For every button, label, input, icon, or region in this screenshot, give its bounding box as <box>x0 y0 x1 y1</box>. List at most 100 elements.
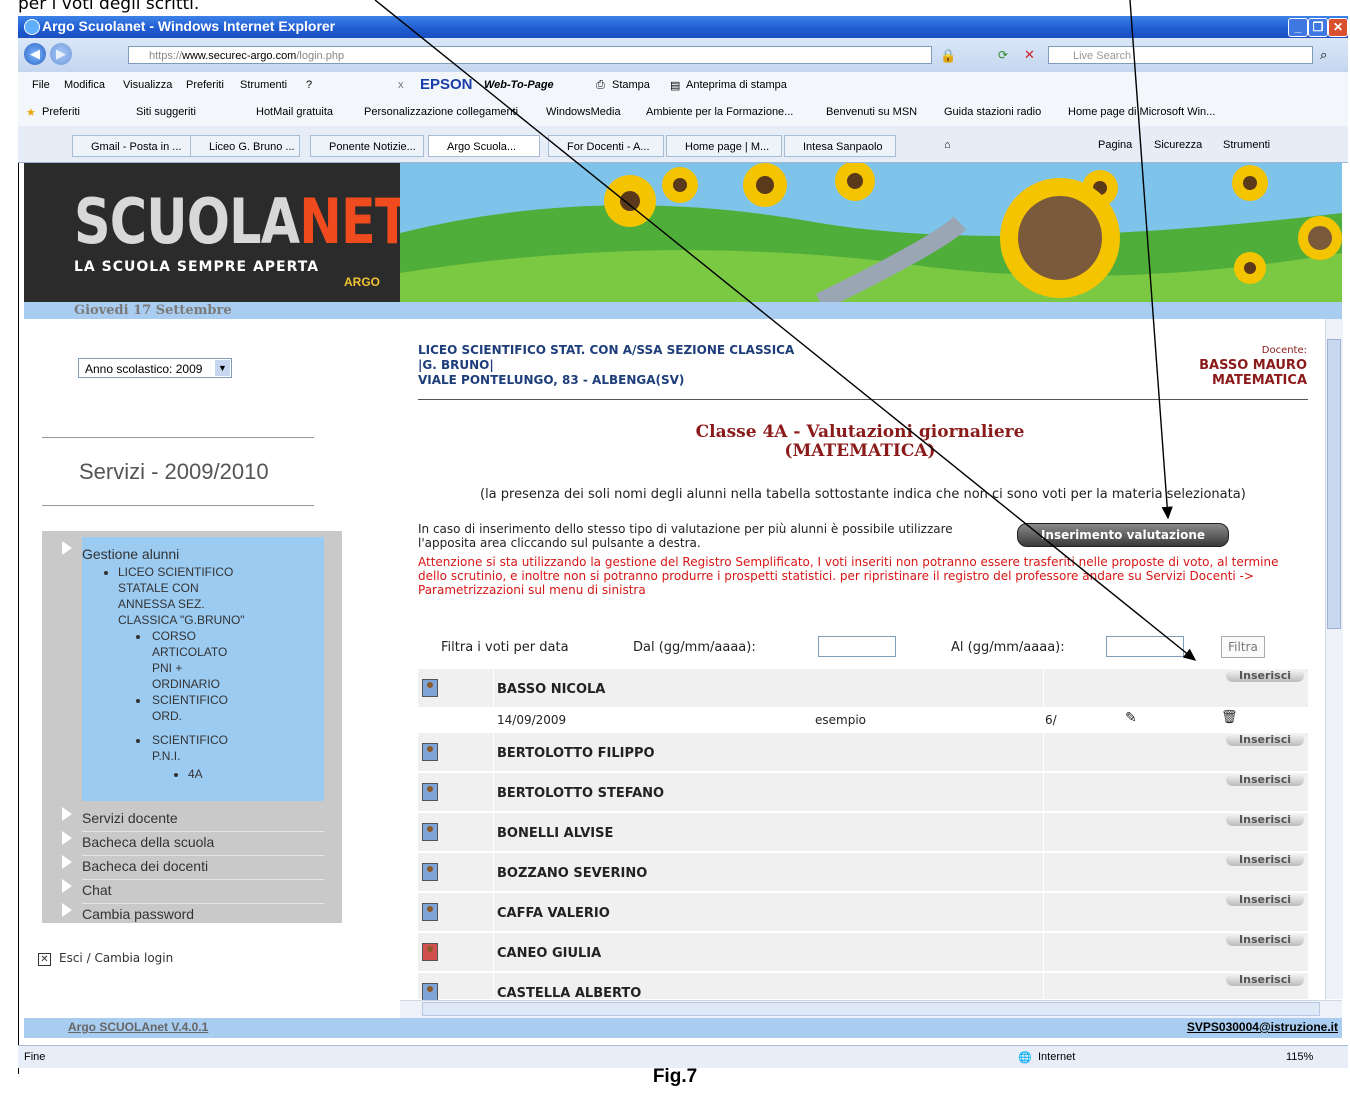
tree-corso[interactable]: CORSO ARTICOLATO PNI + ORDINARIO <box>152 628 227 692</box>
search-input[interactable]: Live Search <box>1048 46 1313 64</box>
tree-school[interactable]: LICEO SCIENTIFICO STATALE CON ANNESSA SEZ.… <box>118 564 245 628</box>
favorites-button[interactable]: Preferiti <box>42 106 80 118</box>
filter-button[interactable]: Filtra <box>1221 636 1265 658</box>
current-date: Giovedi 17 Settembre <box>74 303 232 318</box>
tab-gmail[interactable]: Gmail - Posta in ... <box>72 135 198 157</box>
edit-pencil-icon[interactable]: ✎ <box>1125 710 1137 726</box>
tree-sci-pni[interactable]: SCIENTIFICO P.N.I. <box>152 732 228 764</box>
menu-preferiti[interactable]: Preferiti <box>186 79 224 91</box>
scroll-thumb[interactable] <box>1327 339 1341 629</box>
maximize-button[interactable]: ❐ <box>1308 18 1328 37</box>
tab-intesa[interactable]: Intesa Sanpaolo <box>784 135 896 157</box>
menu-strumenti-tab[interactable]: Strumenti <box>1223 139 1270 151</box>
version-link[interactable]: Argo SCUOLAnet V.4.0.1 <box>68 1020 208 1034</box>
menu-strumenti[interactable]: Strumenti <box>240 79 287 91</box>
scroll-thumb[interactable] <box>422 1002 1320 1016</box>
insert-button[interactable]: Inserisci <box>1226 853 1304 866</box>
fav-windowsmedia[interactable]: WindowsMedia <box>546 106 621 118</box>
refresh-icon[interactable]: ⟳ <box>998 48 1008 62</box>
home-icon[interactable]: ⌂ <box>944 139 951 151</box>
menu-cambia-password[interactable]: Cambia password <box>82 906 194 922</box>
lock-icon: 🔒 <box>940 48 957 63</box>
student-row: CASTELLA ALBERTO Inserisci <box>418 973 1308 1011</box>
menu-file[interactable]: File <box>32 79 50 91</box>
student-avatar-icon <box>422 679 438 697</box>
student-row: CAFFA VALERIO Inserisci <box>418 893 1308 933</box>
menu-servizi-docente[interactable]: Servizi docente <box>82 810 178 826</box>
fav-msn[interactable]: Benvenuti su MSN <box>826 106 917 118</box>
stop-icon[interactable]: ✕ <box>1024 47 1035 63</box>
minimize-button[interactable]: _ <box>1288 18 1308 37</box>
fav-siti[interactable]: Siti suggeriti <box>136 106 196 118</box>
argo-logo: ARGO <box>344 275 380 289</box>
collective-grade-button[interactable]: Inserimento valutazione collettiva <box>1017 523 1229 564</box>
tab-liceo[interactable]: Liceo G. Bruno ... <box>190 135 300 157</box>
tree-sci-ord[interactable]: SCIENTIFICO ORD. <box>152 692 228 724</box>
collective-info: In caso di inserimento dello stesso tipo… <box>418 522 953 550</box>
teacher-info: Docente: BASSO MAURO MATEMATICA <box>1199 345 1307 388</box>
menu-chat[interactable]: Chat <box>82 882 112 898</box>
search-icon[interactable]: ⌕ <box>1320 47 1327 63</box>
menu-bacheca-scuola[interactable]: Bacheca della scuola <box>82 834 214 850</box>
tab-argo[interactable]: Argo Scuola... <box>428 135 540 157</box>
menu-modifica[interactable]: Modifica <box>64 79 105 91</box>
fav-hotmail[interactable]: HotMail gratuita <box>256 106 333 118</box>
divider <box>82 903 324 904</box>
forward-arrow-icon[interactable]: ▶ <box>50 43 72 65</box>
student-name: BOZZANO SEVERINO <box>497 866 648 881</box>
stampa-button[interactable]: Stampa <box>612 79 650 91</box>
tab-docenti[interactable]: For Docenti - A... <box>548 135 664 157</box>
close-button[interactable]: ✕ <box>1328 18 1348 37</box>
vertical-scrollbar[interactable] <box>1325 319 1343 999</box>
email-link[interactable]: SVPS030004@istruzione.it <box>1187 1020 1338 1034</box>
arrow-icon <box>62 879 72 893</box>
tab-ponente[interactable]: Ponente Notizie... <box>310 135 424 157</box>
menu-sicurezza[interactable]: Sicurezza <box>1154 139 1202 151</box>
tree-class-4a[interactable]: 4A <box>188 766 203 782</box>
anteprima-button[interactable]: Anteprima di stampa <box>686 79 787 91</box>
tab-homepage[interactable]: Home page | M... <box>666 135 782 157</box>
fav-ambiente[interactable]: Ambiente per la Formazione... <box>646 106 793 118</box>
zoom-level[interactable]: 115% <box>1286 1051 1313 1063</box>
grade-type: esempio <box>815 713 866 727</box>
year-select[interactable]: Anno scolastico: 2009 ▼ <box>78 358 232 378</box>
student-name: CAFFA VALERIO <box>497 906 610 921</box>
student-name: BERTOLOTTO STEFANO <box>497 786 665 801</box>
tab-bar: Gmail - Posta in ... Liceo G. Bruno ... … <box>18 126 1348 163</box>
fav-radio[interactable]: Guida stazioni radio <box>944 106 1041 118</box>
menu-pagina[interactable]: Pagina <box>1098 139 1132 151</box>
divider <box>42 505 314 506</box>
menu-gestione-alunni[interactable]: Gestione alunni <box>82 546 179 562</box>
date-to-input[interactable] <box>1106 636 1184 657</box>
fav-microsoft[interactable]: Home page di Microsoft Win... <box>1068 106 1215 118</box>
bullet <box>136 699 140 703</box>
grade-value: 6/ <box>1045 713 1057 727</box>
fav-personalizzazione[interactable]: Personalizzazione collegamenti <box>364 106 518 118</box>
insert-button[interactable]: Inserisci <box>1226 733 1304 746</box>
address-input[interactable]: https://www.securec-argo.com/login.php <box>128 46 932 64</box>
arrow-icon <box>62 807 72 821</box>
trash-icon[interactable]: 🗑 <box>1221 710 1238 725</box>
insert-button[interactable]: Inserisci <box>1226 773 1304 786</box>
close-x-icon[interactable]: x <box>398 79 404 91</box>
insert-button[interactable]: Inserisci <box>1226 669 1304 682</box>
ie-icon <box>24 19 40 35</box>
window-title: Argo Scuolanet - Windows Internet Explor… <box>42 18 336 34</box>
back-arrow-icon[interactable]: ◀ <box>24 43 46 65</box>
student-name: BONELLI ALVISE <box>497 826 614 841</box>
insert-button[interactable]: Inserisci <box>1226 813 1304 826</box>
divider <box>42 437 314 438</box>
menu-visualizza[interactable]: Visualizza <box>123 79 172 91</box>
logout-link[interactable]: ✕ Esci / Cambia login <box>38 951 173 966</box>
insert-button[interactable]: Inserisci <box>1226 893 1304 906</box>
status-text: Fine <box>24 1051 46 1063</box>
menu-help[interactable]: ? <box>306 79 312 91</box>
warning-text: Attenzione si sta utilizzando la gestion… <box>418 555 1279 597</box>
menu-bacheca-docenti[interactable]: Bacheca dei docenti <box>82 858 208 874</box>
date-from-input[interactable] <box>818 636 896 657</box>
insert-button[interactable]: Inserisci <box>1226 973 1304 986</box>
horizontal-scrollbar[interactable] <box>400 1000 1342 1018</box>
webtopage-menu[interactable]: Web-To-Page <box>484 79 554 91</box>
insert-button[interactable]: Inserisci <box>1226 933 1304 946</box>
student-avatar-icon <box>422 783 438 801</box>
